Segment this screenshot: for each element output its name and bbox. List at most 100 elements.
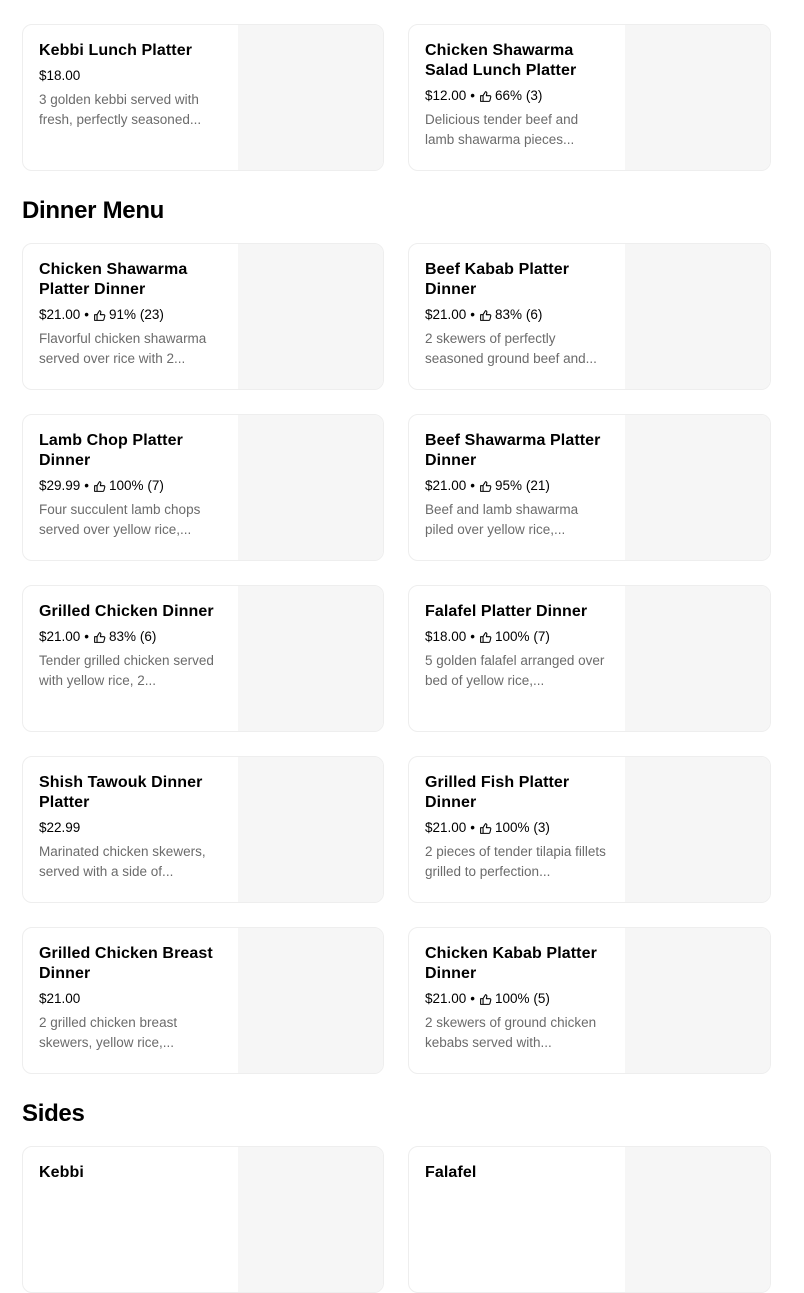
menu-item-image-placeholder (625, 415, 770, 560)
menu-item-meta: $21.00 • 100% (5) (425, 989, 607, 1009)
menu-item-content: Beef Kabab Platter Dinner $21.00 • 83% (6) 2… (425, 260, 607, 369)
menu-item-title: Beef Kabab Platter Dinner (425, 261, 570, 298)
menu-item-review-count: (3) (533, 820, 550, 835)
menu-item-description: Tender grilled chicken served with yello… (39, 653, 214, 688)
menu-item-review-count: (6) (525, 307, 543, 322)
thumbs-up-icon (480, 822, 492, 834)
menu-item-title: Falafel (425, 1164, 477, 1181)
menu-item-title: Grilled Fish Platter Dinner (425, 774, 570, 811)
menu-item-card[interactable]: Grilled Chicken Breast Dinner $21.00 2 gri… (22, 927, 384, 1074)
menu-item-price: $12.00 (425, 88, 467, 103)
menu-item-card[interactable]: Grilled Chicken Dinner $21.00 • 83% (6) Tend… (22, 585, 384, 732)
menu-item-description: 3 golden kebbi served with fresh, perfec… (39, 92, 202, 127)
menu-item-card[interactable]: Chicken Shawarma Platter Dinner $21.00 • 91… (22, 243, 384, 390)
menu-item-title: Beef Shawarma Platter Dinner (425, 432, 601, 469)
menu-item-title: Falafel Platter Dinner (425, 603, 588, 620)
menu-item-meta: $21.00 • 95% (21) (425, 476, 607, 496)
menu-item-description: 5 golden falafel arranged over bed of ye… (425, 653, 605, 688)
menu-item-price: $21.00 (39, 991, 81, 1006)
menu-item-content: Falafel Platter Dinner $18.00 • 100% (7) 5 g… (425, 602, 607, 691)
menu-item-image-placeholder (238, 415, 383, 560)
menu-item-content: Chicken Kabab Platter Dinner $21.00 • 100% … (425, 944, 607, 1053)
menu-item-title: Grilled Chicken Dinner (39, 603, 214, 620)
menu-item-card[interactable]: Chicken Shawarma Salad Lunch Platter $12.… (408, 24, 771, 171)
menu-item-price: $18.00 (39, 68, 81, 83)
menu-item-meta: $22.99 (39, 818, 221, 838)
menu-item-card[interactable]: Beef Kabab Platter Dinner $21.00 • 83% (6) 2… (408, 243, 771, 390)
menu-item-rating: 95% (495, 478, 523, 493)
menu-item-content: Chicken Shawarma Salad Lunch Platter $12.… (425, 41, 607, 150)
menu-item-card[interactable]: Chicken Kabab Platter Dinner $21.00 • 100% … (408, 927, 771, 1074)
menu-item-review-count: (23) (139, 307, 164, 322)
menu-item-image-placeholder (238, 244, 383, 389)
menu-item-rating: 83% (495, 307, 523, 322)
menu-item-image-placeholder (238, 928, 383, 1073)
menu-item-card[interactable]: Falafel (408, 1146, 771, 1293)
separator-dot: • (470, 478, 476, 493)
menu-item-card[interactable]: Shish Tawouk Dinner Platter $22.99 Marinat… (22, 756, 384, 903)
menu-item-content: Kebbi Lunch Platter $18.00 3 golden kebbi … (39, 41, 221, 130)
separator-dot: • (470, 307, 476, 322)
thumbs-up-icon (94, 309, 106, 321)
separator-dot: • (470, 820, 476, 835)
menu-item-content: Lamb Chop Platter Dinner $29.99 • 100% (7) F… (39, 431, 221, 540)
thumbs-up-icon (480, 631, 492, 643)
menu-item-meta: $12.00 • 66% (3) (425, 86, 607, 106)
menu-item-meta: $21.00 • 83% (6) (39, 627, 221, 647)
menu-item-card[interactable]: Beef Shawarma Platter Dinner $21.00 • 95% (… (408, 414, 771, 561)
menu-item-title: Grilled Chicken Breast Dinner (39, 945, 213, 982)
menu-item-meta: $21.00 • 91% (23) (39, 305, 221, 325)
menu-item-content: Grilled Fish Platter Dinner $21.00 • 100% (… (425, 773, 607, 882)
menu-item-image-placeholder (625, 586, 770, 731)
menu-item-rating: 100% (495, 820, 530, 835)
menu-item-rating: 83% (109, 629, 137, 644)
section-title-dinner-menu: Dinner Menu (22, 197, 165, 224)
menu-item-price: $21.00 (425, 991, 467, 1006)
menu-item-content: Grilled Chicken Breast Dinner $21.00 2 gri… (39, 944, 221, 1053)
menu-item-title: Chicken Kabab Platter Dinner (425, 945, 597, 982)
thumbs-up-icon (480, 993, 492, 1005)
menu-item-description: Flavorful chicken shawarma served over r… (39, 331, 207, 366)
menu-item-review-count: (6) (139, 629, 157, 644)
separator-dot: • (84, 629, 90, 644)
menu-item-meta: $21.00 (39, 989, 221, 1009)
separator-dot: • (84, 478, 90, 493)
thumbs-up-icon (480, 90, 492, 102)
menu-item-price: $21.00 (425, 820, 467, 835)
menu-item-review-count: (5) (533, 991, 550, 1006)
menu-item-card[interactable]: Lamb Chop Platter Dinner $29.99 • 100% (7) F… (22, 414, 384, 561)
menu-item-content: Falafel (425, 1163, 607, 1183)
menu-item-meta: $18.00 • 100% (7) (425, 627, 607, 647)
menu-item-image-placeholder (625, 1147, 770, 1292)
menu-item-description: Four succulent lamb chops served over ye… (39, 502, 201, 537)
section-title-sides: Sides (22, 1100, 85, 1127)
menu-item-rating: 100% (109, 478, 144, 493)
menu-item-image-placeholder (238, 25, 383, 170)
thumbs-up-icon (480, 309, 492, 321)
menu-item-description: 2 pieces of tender tilapia fillets grill… (425, 844, 606, 879)
menu-item-price: $21.00 (39, 307, 81, 322)
menu-item-title: Chicken Shawarma Salad Lunch Platter (425, 42, 577, 79)
thumbs-up-icon (94, 631, 106, 643)
menu-item-review-count: (21) (525, 478, 550, 493)
menu-item-image-placeholder (625, 928, 770, 1073)
menu-item-card[interactable]: Kebbi (22, 1146, 384, 1293)
separator-dot: • (84, 307, 90, 322)
menu-item-card[interactable]: Falafel Platter Dinner $18.00 • 100% (7) 5 g… (408, 585, 771, 732)
menu-item-description: 2 skewers of perfectly seasoned ground b… (425, 331, 597, 366)
menu-item-card[interactable]: Kebbi Lunch Platter $18.00 3 golden kebbi … (22, 24, 384, 171)
menu-item-rating: 100% (495, 629, 530, 644)
menu-item-description: Delicious tender beef and lamb shawarma … (425, 112, 579, 147)
menu-item-review-count: (7) (147, 478, 164, 493)
menu-item-card[interactable]: Grilled Fish Platter Dinner $21.00 • 100% (… (408, 756, 771, 903)
menu-item-review-count: (3) (525, 88, 543, 103)
menu-item-content: Chicken Shawarma Platter Dinner $21.00 • 91… (39, 260, 221, 369)
menu-item-image-placeholder (625, 757, 770, 902)
menu-item-rating: 100% (495, 991, 530, 1006)
menu-item-price: $21.00 (39, 629, 81, 644)
thumbs-up-icon (94, 480, 106, 492)
menu-item-title: Lamb Chop Platter Dinner (39, 432, 183, 469)
menu-item-price: $21.00 (425, 307, 467, 322)
menu-item-image-placeholder (625, 244, 770, 389)
thumbs-up-icon (480, 480, 492, 492)
